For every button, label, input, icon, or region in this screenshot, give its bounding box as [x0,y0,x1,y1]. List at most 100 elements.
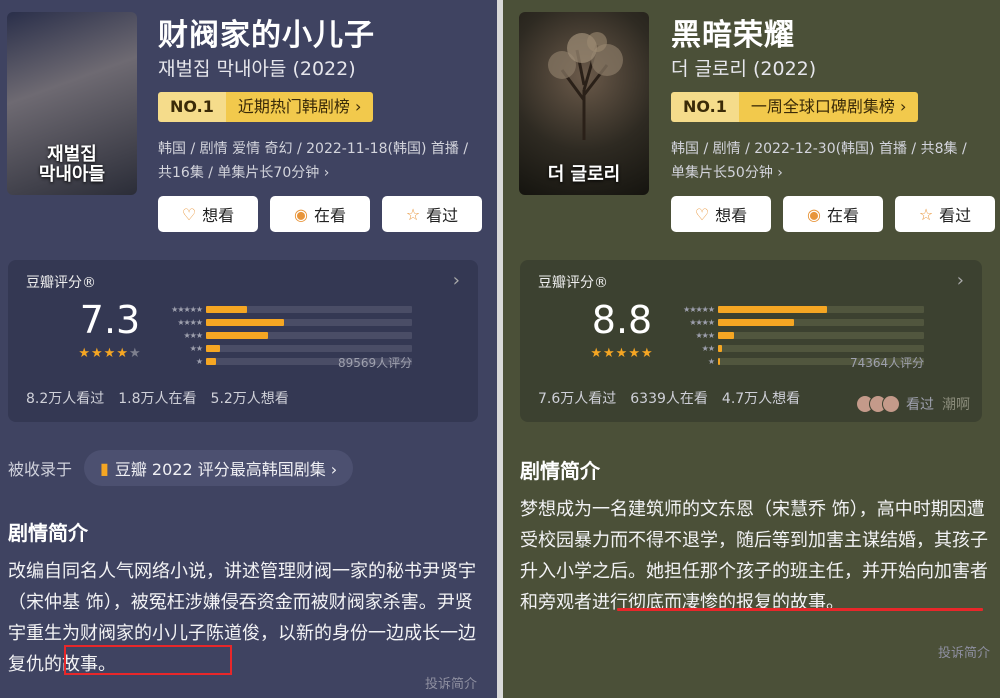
rating-card[interactable]: 豆瓣评分® › 7.3 ★★★★★ ★★★★★ ★★★★ ★★★ ★★ ★ 89… [8,260,478,422]
dist-bar [206,344,221,352]
viewed-label: 看过 [906,397,934,413]
star-icon: ★ [590,346,604,361]
watched-count: 7.6万人看过 [538,391,617,407]
dist-bar [206,318,285,326]
circle-dot-icon: ◉ [807,204,821,224]
want-count: 5.2万人想看 [210,391,289,407]
drama-title: 财阀家的小儿子 [158,18,375,53]
rating-card[interactable]: 豆瓣评分® › 8.8 ★★★★★ ★★★★★ ★★★★ ★★★ ★★ ★ 74… [520,260,982,422]
dist-bar [718,305,828,313]
watching-button[interactable]: ◉ 在看 [783,196,883,232]
watched-button[interactable]: ☆ 看过 [895,196,995,232]
original-title: 재벌집 막내아들 (2022) [158,58,356,80]
collection-label: 豆瓣 2022 评分最高韩国剧集 › [114,460,338,479]
dist-bar [718,344,723,352]
dist-row-4: ★★★★ [668,317,924,327]
circle-dot-icon: ◉ [294,204,308,224]
synopsis-title: 剧情简介 [520,459,600,483]
meta-line: 韩国 / 剧情 爱情 奇幻 / 2022-11-18(韩国) 首播 / [158,141,469,157]
star-icon: ★ [103,346,117,361]
heart-plus-icon: ♡ [181,204,197,224]
five-stars-icon: ★★★★★ [683,304,715,314]
meta-info[interactable]: 韩国 / 剧情 爱情 奇幻 / 2022-11-18(韩国) 首播 / 共16集… [158,137,478,185]
dist-row-5: ★★★★★ [668,304,924,314]
button-label: 在看 [826,206,859,225]
dist-row-3: ★★★ [668,330,924,340]
highlight-box [64,645,232,675]
meta-info[interactable]: 韩国 / 剧情 / 2022-12-30(韩国) 首播 / 共8集 / 单集片长… [671,137,991,185]
watching-button[interactable]: ◉ 在看 [270,196,370,232]
report-synopsis-link[interactable]: 投诉简介 [938,642,990,661]
dist-bar [718,318,795,326]
five-stars-icon: ★★★★★ [171,304,203,314]
synopsis-title: 剧情简介 [8,521,88,545]
watched-count: 8.2万人看过 [26,391,105,407]
watching-count: 1.8万人在看 [118,391,197,407]
button-label: 看过 [939,206,972,225]
original-title: 더 글로리 (2022) [671,58,817,80]
rank-label: 一周全球口碑剧集榜 › [738,92,919,122]
rank-label: 近期热门韩剧榜 › [225,92,374,122]
rating-header: 豆瓣评分® [26,275,96,291]
meta-line: 共16集 / 单集片长70分钟 › [158,165,330,181]
star-icon: ★ [628,346,641,361]
four-stars-icon: ★★★★ [177,317,203,327]
drama-title: 黑暗荣耀 [671,18,795,53]
rating-header: 豆瓣评分® [538,275,608,291]
rating-count: 89569人评分 [338,356,413,370]
rank-badge[interactable]: NO.1 近期热门韩剧榜 › [158,92,374,122]
chevron-right-icon: › [956,270,964,291]
watched-button[interactable]: ☆ 看过 [382,196,482,232]
rank-number: NO.1 [158,92,226,122]
three-stars-icon: ★★★ [695,330,715,340]
dist-row-2: ★★ [668,343,924,353]
rating-count: 74364人评分 [850,356,925,370]
chevron-right-icon: › [452,270,460,291]
button-label: 想看 [715,206,748,225]
want-to-watch-button[interactable]: ♡ 想看 [671,196,771,232]
dist-row-3: ★★★ [156,330,412,340]
star-outline-icon: ☆ [918,204,934,224]
rating-score: 7.3 [79,298,141,342]
poster-title-text: 더 글로리 [547,164,621,185]
action-buttons: ♡ 想看 ◉ 在看 ☆ 看过 [158,196,482,232]
star-outline-icon: ☆ [405,204,421,224]
friends-viewed[interactable]: 看过 潮啊 [856,394,970,414]
want-count: 4.7万人想看 [721,391,801,407]
avatar [882,395,900,413]
star-icon: ★ [603,346,616,361]
one-star-icon: ★ [707,356,715,366]
rank-badge[interactable]: NO.1 一周全球口碑剧集榜 › [671,92,919,122]
included-label: 被收录于 [8,460,73,479]
watch-stats: 7.6万人看过 6339人在看 4.7万人想看 [538,388,800,408]
star-icon: ★ [128,346,142,361]
dist-bar [718,357,721,365]
synopsis-text: 梦想成为一名建筑师的文东恩（宋慧乔 饰），高中时期因遭受校园暴力而不得不退学，随… [520,499,988,613]
star-half-icon: ★ [116,346,129,361]
collection-pill[interactable]: ▮ 豆瓣 2022 评分最高韩国剧集 › [84,450,354,486]
dist-row-5: ★★★★★ [156,304,412,314]
star-icon: ★ [91,346,104,361]
poster-title-text: 재벌집 막내아들 [38,144,106,185]
star-half-icon: ★ [640,346,654,361]
score-stars: ★★★★★ [582,346,662,361]
ranking-icon: ▮ [100,458,109,478]
two-stars-icon: ★★ [701,343,715,353]
star-icon: ★ [615,346,629,361]
report-synopsis-link[interactable]: 投诉简介 [425,673,477,692]
highlight-underline [617,608,983,611]
viewed-extra: 潮啊 [942,397,970,413]
friend-avatars [856,395,900,413]
one-star-icon: ★ [195,356,203,366]
watch-stats: 8.2万人看过 1.8万人在看 5.2万人想看 [26,388,289,408]
rating-score: 8.8 [591,298,653,342]
included-in-list: 被收录于 ▮ 豆瓣 2022 评分最高韩国剧集 › [8,450,354,486]
poster-image[interactable]: 더 글로리 [519,12,649,195]
dist-row-4: ★★★★ [156,317,412,327]
tree-illustration [548,32,623,140]
poster-image[interactable]: 재벌집 막내아들 [7,12,137,195]
dist-bar [206,305,248,313]
rank-number: NO.1 [671,92,739,122]
two-stars-icon: ★★ [189,343,203,353]
want-to-watch-button[interactable]: ♡ 想看 [158,196,258,232]
